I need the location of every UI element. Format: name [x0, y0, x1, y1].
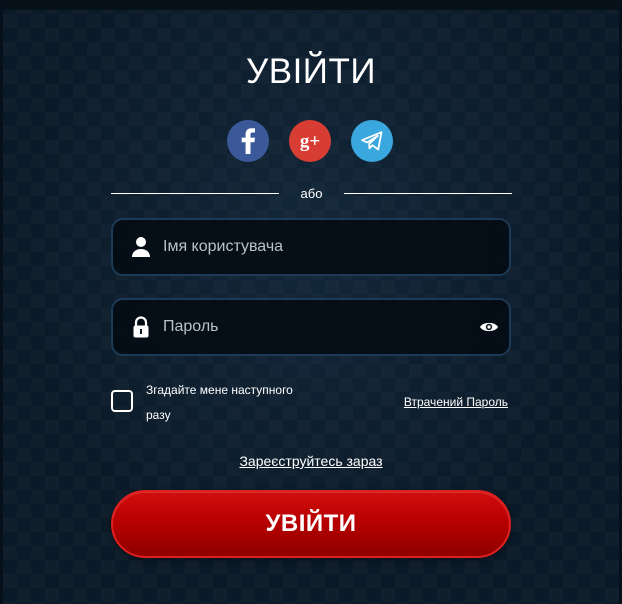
remember-me-label: Згадайте мене наступного разу [146, 383, 293, 422]
register-link[interactable]: Зареєструйтесь зараз [239, 453, 382, 469]
password-field[interactable]: Пароль [111, 298, 511, 356]
google-plus-glyph: g+ [300, 131, 320, 152]
password-placeholder: Пароль [163, 318, 219, 335]
divider-text: або [300, 186, 323, 201]
telegram-icon [361, 131, 383, 151]
google-plus-icon: g+ [300, 131, 320, 152]
google-plus-login-button[interactable]: g+ [289, 120, 331, 162]
login-button[interactable]: УВІЙТИ [111, 490, 511, 558]
username-placeholder: Імя користувача [163, 238, 284, 255]
telegram-login-button[interactable] [351, 120, 393, 162]
facebook-icon [241, 128, 255, 154]
login-panel: УВІЙТИ g+ або Імя користувача Пароль Зга… [0, 0, 622, 604]
lock-icon [133, 316, 149, 338]
register-row: Зареєструйтесь зараз [3, 453, 619, 469]
top-bar [3, 0, 619, 10]
facebook-login-button[interactable] [227, 120, 269, 162]
page-title: УВІЙТИ [246, 52, 376, 91]
lost-password-link[interactable]: Втрачений Пароль [404, 395, 508, 409]
username-field[interactable]: Імя користувача [111, 218, 511, 276]
divider-line-left [111, 193, 279, 194]
eye-icon[interactable] [479, 320, 499, 334]
divider-line-right [344, 193, 512, 194]
user-icon [132, 237, 150, 257]
remember-me-checkbox[interactable] [111, 390, 133, 412]
